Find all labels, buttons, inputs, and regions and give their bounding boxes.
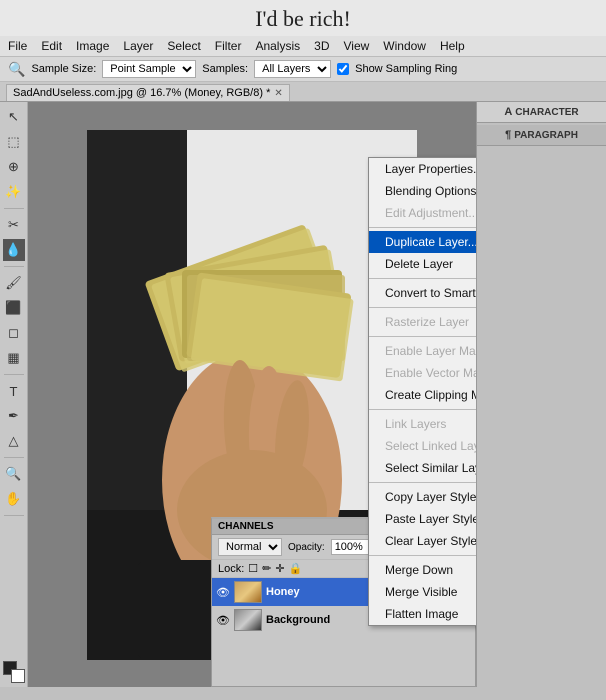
context-item-copy-layer-style[interactable]: Copy Layer Style [369,486,476,508]
layer-thumbnail-honey [234,581,262,603]
tool-type[interactable]: T [3,380,25,402]
right-panel: A CHARACTER ¶ PARAGRAPH [476,102,606,687]
context-item-select-linked: Select Linked Layers [369,435,476,457]
tool-hand[interactable]: ✋ [3,488,25,510]
layer-name-background: Background [266,614,330,626]
tab-filename: SadAndUseless.com.jpg @ 16.7% (Money, RG… [13,87,270,99]
tool-lasso[interactable]: ⊕ [3,156,25,178]
show-sampling-ring-label: Show Sampling Ring [355,63,457,75]
layer-visibility-eye-bg[interactable]: 👁 [216,613,230,627]
channels-label: CHANNELS [218,521,274,532]
tool-shape[interactable]: △ [3,430,25,452]
foreground-background-colors[interactable] [3,661,25,683]
eyedropper-icon: 🔍 [8,61,25,78]
lock-label: Lock: [218,563,244,575]
opacity-input[interactable] [331,539,371,555]
show-sampling-ring-checkbox[interactable] [337,63,349,75]
tool-magic-wand[interactable]: ✨ [3,181,25,203]
context-item-rasterize: Rasterize Layer [369,311,476,333]
context-item-convert-smart[interactable]: Convert to Smart Object [369,282,476,304]
tool-move[interactable]: ↖ [3,106,25,128]
context-item-create-clipping-mask[interactable]: Create Clipping Mask [369,384,476,406]
lock-position-icon[interactable]: ✛ [275,562,284,575]
options-toolbar: 🔍 Sample Size: Point Sample Samples: All… [0,57,606,82]
blend-mode-select[interactable]: Normal [218,538,282,556]
opacity-label: Opacity: [288,542,325,553]
context-item-edit-adjustment: Edit Adjustment... [369,202,476,224]
menu-analysis[interactable]: Analysis [255,39,300,53]
menu-layer[interactable]: Layer [123,39,153,53]
menu-filter[interactable]: Filter [215,39,242,53]
title-bar: I'd be rich! [0,0,606,36]
context-menu: Layer Properties... Blending Options... … [368,157,476,626]
background-color[interactable] [11,669,25,683]
samples-label: Samples: [202,63,248,75]
context-item-paste-layer-style[interactable]: Paste Layer Style [369,508,476,530]
menu-bar: File Edit Image Layer Select Filter Anal… [0,36,606,57]
menu-view[interactable]: View [343,39,369,53]
menu-3d[interactable]: 3D [314,39,329,53]
tool-pen[interactable]: ✒ [3,405,25,427]
paragraph-tab-label: PARAGRAPH [514,130,578,141]
menu-select[interactable]: Select [167,39,200,53]
layer-thumbnail-bg [234,609,262,631]
menu-help[interactable]: Help [440,39,465,53]
samples-select[interactable]: All Layers [254,60,331,78]
lock-pixels-icon[interactable]: ☐ [248,562,258,575]
tool-crop[interactable]: ✂ [3,214,25,236]
character-tab-icon: A [504,106,512,118]
canvas-area: Layer Properties... Blending Options... … [28,102,476,687]
sample-size-select[interactable]: Point Sample [102,60,196,78]
context-item-clear-layer-style[interactable]: Clear Layer Style [369,530,476,552]
tab-paragraph[interactable]: ¶ PARAGRAPH [477,125,606,145]
right-panel-second-tab-row: ¶ PARAGRAPH [477,125,606,146]
tool-brush[interactable]: 🖌 [3,272,25,294]
tool-gradient[interactable]: ▦ [3,347,25,369]
lock-all-icon[interactable]: 🔒 [289,562,303,575]
context-item-duplicate-layer[interactable]: Duplicate Layer... [369,231,476,253]
context-item-flatten-image[interactable]: Flatten Image [369,603,476,625]
tool-clone[interactable]: ⬛ [3,297,25,319]
right-panel-tabs: A CHARACTER [477,102,606,123]
context-item-layer-properties[interactable]: Layer Properties... [369,158,476,180]
sample-size-label: Sample Size: [31,63,96,75]
tab-character[interactable]: A CHARACTER [477,102,606,122]
context-item-blending-options[interactable]: Blending Options... [369,180,476,202]
close-icon[interactable]: ✕ [274,88,282,99]
context-item-enable-layer-mask: Enable Layer Mask [369,340,476,362]
left-toolbar: ↖ ⬚ ⊕ ✨ ✂ 💧 🖌 ⬛ ◻ ▦ T ✒ △ 🔍 ✋ [0,102,28,687]
tool-eraser[interactable]: ◻ [3,322,25,344]
menu-edit[interactable]: Edit [41,39,62,53]
tool-zoom[interactable]: 🔍 [3,463,25,485]
context-item-merge-down[interactable]: Merge Down [369,559,476,581]
paragraph-tab-icon: ¶ [505,129,511,141]
context-item-delete-layer[interactable]: Delete Layer [369,253,476,275]
context-item-link-layers: Link Layers [369,413,476,435]
layer-name-honey: Honey [266,586,300,598]
tool-marquee[interactable]: ⬚ [3,131,25,153]
menu-image[interactable]: Image [76,39,109,53]
document-tab[interactable]: SadAndUseless.com.jpg @ 16.7% (Money, RG… [6,84,290,101]
lock-image-icon[interactable]: ✏ [262,562,271,575]
layer-visibility-eye-honey[interactable]: 👁 [216,585,230,599]
workspace: ↖ ⬚ ⊕ ✨ ✂ 💧 🖌 ⬛ ◻ ▦ T ✒ △ 🔍 ✋ [0,102,606,687]
page-title: I'd be rich! [255,6,351,31]
menu-window[interactable]: Window [383,39,426,53]
character-tab-label: CHARACTER [515,107,578,118]
context-item-select-similar[interactable]: Select Similar Layers [369,457,476,479]
tab-bar: SadAndUseless.com.jpg @ 16.7% (Money, RG… [0,82,606,102]
menu-file[interactable]: File [8,39,27,53]
tool-eyedropper[interactable]: 💧 [3,239,25,261]
context-item-enable-vector-mask: Enable Vector Mask [369,362,476,384]
context-item-merge-visible[interactable]: Merge Visible [369,581,476,603]
